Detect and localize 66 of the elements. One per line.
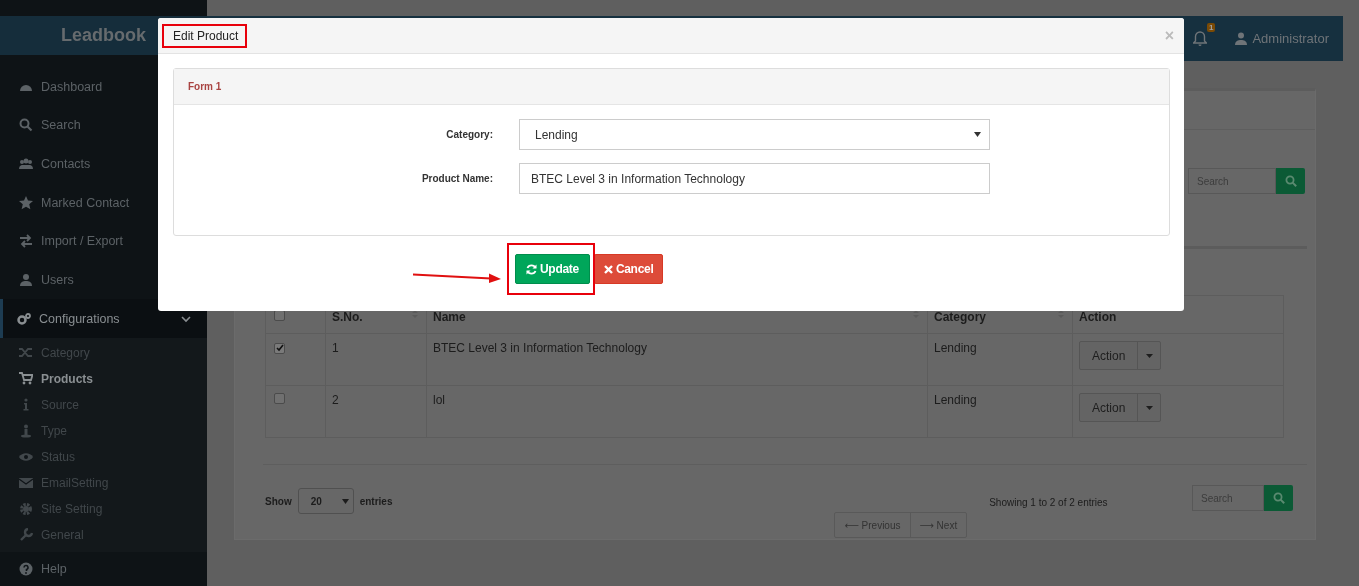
table-cell: lol [433, 393, 445, 407]
form-title: Form 1 [188, 81, 222, 92]
column-header[interactable]: Name [433, 309, 466, 324]
table-cell: Lending [934, 393, 977, 407]
caret-icon [1145, 405, 1153, 410]
column-header[interactable]: S.No. [332, 309, 363, 324]
field-label: Product Name: [420, 173, 493, 184]
sort-icon [913, 310, 919, 318]
sidebar-item[interactable]: Marked Contact [0, 183, 207, 222]
cancel-button[interactable]: Cancel [593, 254, 664, 284]
brand-logo-text[interactable]: Leadbook [61, 25, 146, 47]
column-header[interactable]: Category [934, 309, 986, 324]
refresh-icon [526, 263, 537, 275]
sort-icon [1058, 310, 1064, 318]
checkbox[interactable] [274, 393, 285, 404]
submenu-item[interactable]: Products [0, 366, 207, 392]
column-header[interactable]: Action [1079, 309, 1117, 324]
envelope-icon [19, 476, 33, 490]
close-button[interactable]: × [1164, 26, 1174, 45]
category-select[interactable]: Lending [519, 119, 990, 150]
notification-count: 1 [1206, 23, 1216, 32]
checkbox[interactable] [274, 342, 285, 354]
sidebar-item[interactable]: Import / Export [0, 221, 207, 261]
user-icon [1235, 32, 1248, 45]
help-icon [19, 562, 33, 576]
caret-icon [341, 498, 349, 504]
close-icon [603, 264, 613, 274]
entries-label: entries [359, 495, 393, 507]
entries-info: Showing 1 to 2 of 2 entries [989, 497, 1108, 508]
search-icon [1272, 492, 1285, 504]
notification-button[interactable]: 1 [1193, 23, 1216, 46]
table-cell: Lending [934, 341, 977, 355]
user-menu[interactable]: Administrator [1235, 31, 1329, 46]
sidebar-item[interactable]: Configurations [0, 299, 207, 338]
modal-title: Edit Product [173, 28, 239, 43]
people-icon [19, 156, 33, 171]
caret-icon [1145, 353, 1153, 358]
gear-icon [19, 502, 33, 516]
update-button[interactable]: Update [515, 254, 590, 284]
search-button[interactable] [1264, 485, 1293, 511]
table-cell: 2 [332, 393, 339, 407]
search-icon [19, 118, 33, 133]
bell-icon [1193, 31, 1208, 46]
shuffle-icon [19, 346, 33, 360]
sidebar-item[interactable]: Search [0, 105, 207, 145]
field-label: Category: [445, 129, 493, 140]
table-cell: 1 [332, 341, 339, 355]
caret-icon [974, 132, 981, 137]
search-icon [1284, 175, 1297, 187]
swap-arrows-icon [19, 234, 33, 249]
sidebar-item[interactable]: Users [0, 260, 207, 300]
page-size-select[interactable]: 20 [297, 488, 354, 514]
user-icon [19, 272, 33, 287]
show-label: Show [265, 495, 292, 507]
search-button[interactable] [1276, 168, 1305, 194]
sidebar-item[interactable]: Help [0, 552, 207, 586]
cart-icon [19, 372, 33, 386]
sort-icon [412, 310, 418, 318]
table-cell: BTEC Level 3 in Information Technology [433, 341, 647, 355]
chevron-down-icon [181, 313, 191, 324]
sidebar-item[interactable]: Contacts [0, 144, 207, 184]
star-icon [19, 195, 33, 210]
text-field[interactable]: BTEC Level 3 in Information Technology [519, 163, 990, 194]
eye-icon [19, 450, 33, 464]
wrench-icon [19, 528, 33, 542]
gears-icon [17, 311, 31, 326]
